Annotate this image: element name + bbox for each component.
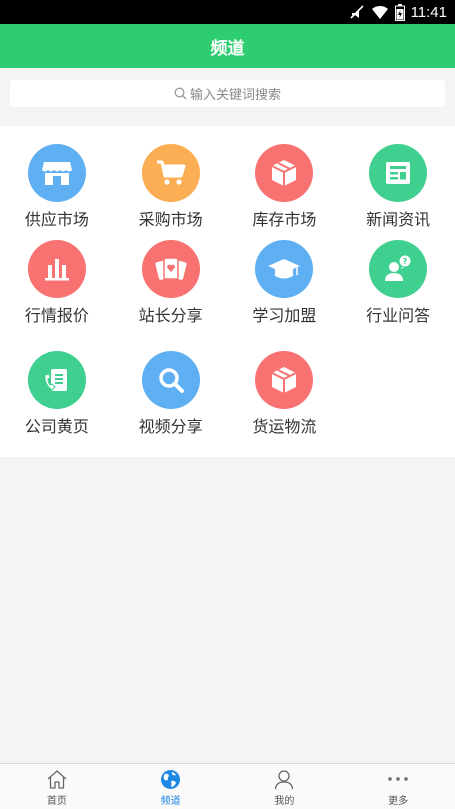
channel-video-share[interactable]: 视频分享 xyxy=(114,351,228,462)
channel-label: 库存市场 xyxy=(252,210,317,229)
channel-label: 供应市场 xyxy=(24,210,89,229)
box-icon xyxy=(255,144,314,202)
globe-icon xyxy=(160,769,181,790)
search-icon xyxy=(174,87,187,100)
cart-icon xyxy=(141,144,200,202)
news-icon xyxy=(369,144,428,202)
channel-news[interactable]: 新闻资讯 xyxy=(341,144,455,240)
battery-icon xyxy=(394,3,405,21)
search-input[interactable]: 输入关键词搜索 xyxy=(10,80,445,107)
nav-label: 频道 xyxy=(160,796,181,807)
box-icon xyxy=(255,351,314,409)
status-time: 11:41 xyxy=(410,3,447,21)
nav-profile[interactable]: 我的 xyxy=(228,764,342,809)
cards-icon xyxy=(141,240,200,298)
status-bar: 11:41 xyxy=(0,0,455,24)
channel-webmaster-share[interactable]: 站长分享 xyxy=(114,240,228,351)
channel-label: 行业问答 xyxy=(366,306,431,325)
channel-grid: 供应市场 采购市场 库存市场 新闻资讯 行情报价 站长分享 学习加盟 ? 行业问… xyxy=(0,126,455,457)
wifi-icon xyxy=(371,4,389,20)
phone-book-icon xyxy=(27,351,86,409)
channel-inventory-market[interactable]: 库存市场 xyxy=(228,144,342,240)
channel-label: 站长分享 xyxy=(138,306,203,325)
channel-label: 新闻资讯 xyxy=(366,210,431,229)
more-dots-icon xyxy=(387,769,409,790)
channel-label: 行情报价 xyxy=(24,306,89,325)
channel-label: 公司黄页 xyxy=(24,417,89,436)
nav-more[interactable]: 更多 xyxy=(341,764,455,809)
channel-label: 采购市场 xyxy=(138,210,203,229)
home-icon xyxy=(46,769,68,790)
page-title: 频道 xyxy=(210,38,245,59)
channel-market-quotes[interactable]: 行情报价 xyxy=(0,240,114,351)
question-person-icon: ? xyxy=(369,240,428,298)
bar-chart-icon xyxy=(27,240,86,298)
store-icon xyxy=(27,144,86,202)
search-placeholder: 输入关键词搜索 xyxy=(189,88,281,103)
page-header: 频道 xyxy=(0,24,455,68)
channel-row: 行情报价 站长分享 学习加盟 ? 行业问答 xyxy=(0,240,455,351)
channel-row: 供应市场 采购市场 库存市场 新闻资讯 xyxy=(0,126,455,240)
svg-text:?: ? xyxy=(403,257,408,266)
nav-label: 首页 xyxy=(46,796,67,807)
search-bar: 输入关键词搜索 xyxy=(0,68,455,126)
channel-label: 学习加盟 xyxy=(252,306,317,325)
channel-company-yellow-pages[interactable]: 公司黄页 xyxy=(0,351,114,462)
channel-supply-market[interactable]: 供应市场 xyxy=(0,144,114,240)
magnifier-icon xyxy=(141,351,200,409)
nav-label: 我的 xyxy=(274,796,295,807)
mute-icon xyxy=(349,4,365,20)
channel-label: 视频分享 xyxy=(138,417,203,436)
bottom-nav: 首页 频道 我的 更多 xyxy=(0,763,455,809)
nav-home[interactable]: 首页 xyxy=(0,764,114,809)
channel-learn-franchise[interactable]: 学习加盟 xyxy=(228,240,342,351)
nav-label: 更多 xyxy=(388,796,409,807)
graduation-cap-icon xyxy=(255,240,314,298)
nav-channels[interactable]: 频道 xyxy=(114,764,228,809)
channel-purchase-market[interactable]: 采购市场 xyxy=(114,144,228,240)
channel-industry-qa[interactable]: ? 行业问答 xyxy=(341,240,455,351)
user-icon xyxy=(274,769,294,790)
channel-row: 公司黄页 视频分享 货运物流 xyxy=(0,351,455,462)
channel-freight-logistics[interactable]: 货运物流 xyxy=(228,351,342,462)
channel-label: 货运物流 xyxy=(252,417,317,436)
